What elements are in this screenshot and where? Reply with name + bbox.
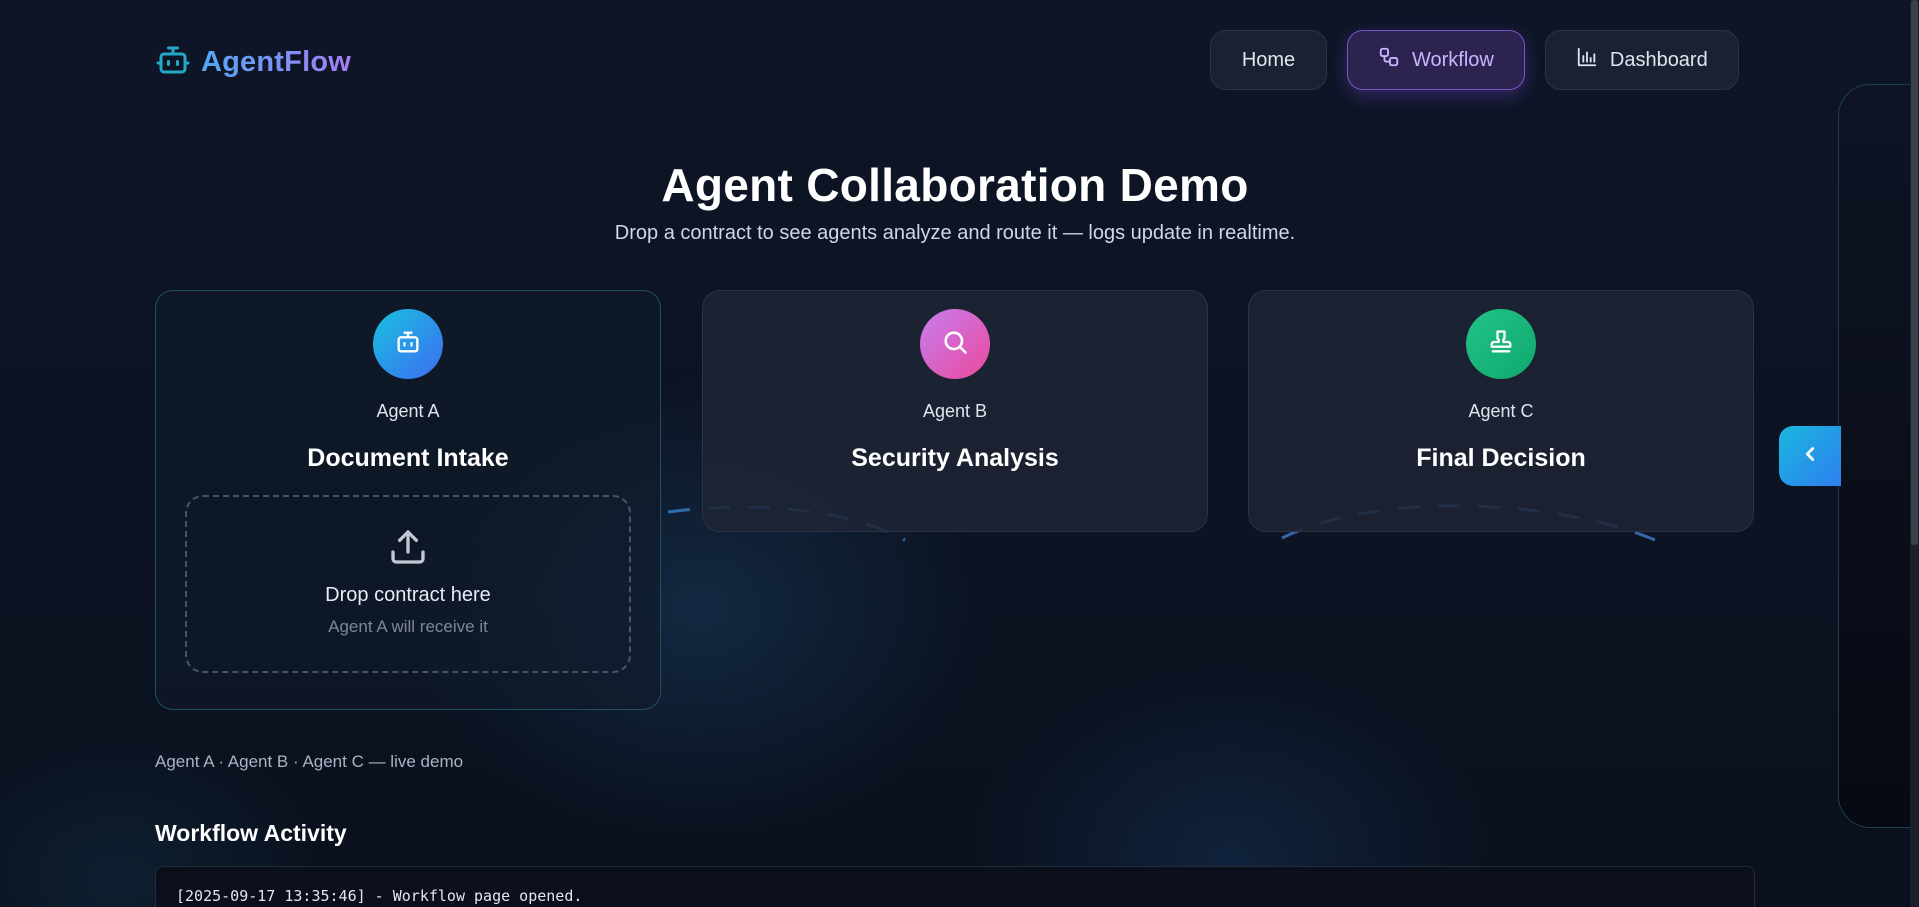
robot-icon bbox=[394, 328, 422, 361]
agent-card-c: Agent C Final Decision bbox=[1248, 290, 1754, 532]
robot-icon bbox=[155, 42, 191, 83]
chevron-left-icon bbox=[1799, 443, 1821, 470]
demo-note: Agent A · Agent B · Agent C — live demo bbox=[155, 752, 464, 771]
nav-workflow-label: Workflow bbox=[1412, 48, 1494, 71]
agent-card-a: Agent A Document Intake Drop contract he… bbox=[155, 290, 661, 710]
agent-c-title: Final Decision bbox=[1416, 444, 1586, 472]
upload-icon bbox=[388, 527, 428, 572]
nav-home-label: Home bbox=[1241, 48, 1296, 71]
stamp-icon bbox=[1487, 328, 1515, 361]
logo[interactable]: AgentFlow bbox=[155, 42, 351, 83]
contract-dropzone[interactable]: Drop contract here Agent A will receive … bbox=[185, 495, 631, 673]
dropzone-title: Drop contract here bbox=[325, 584, 491, 606]
side-panel bbox=[1838, 84, 1919, 828]
agent-a-avatar bbox=[373, 309, 443, 379]
activity-log: [2025-09-17 13:35:46] - Workflow page op… bbox=[155, 866, 1755, 907]
nav-dashboard-button[interactable]: Dashboard bbox=[1544, 30, 1739, 90]
agent-a-title: Document Intake bbox=[307, 444, 509, 472]
workflow-activity-title: Workflow Activity bbox=[155, 820, 347, 846]
agent-b-title: Security Analysis bbox=[851, 444, 1059, 472]
dropzone-subtitle: Agent A will receive it bbox=[328, 617, 488, 636]
agent-c-label: Agent C bbox=[1468, 401, 1534, 421]
nav-workflow-button[interactable]: Workflow bbox=[1347, 30, 1525, 90]
scrollbar-thumb[interactable] bbox=[1911, 0, 1918, 545]
nav-dashboard-label: Dashboard bbox=[1609, 48, 1708, 71]
agent-b-label: Agent B bbox=[922, 401, 988, 421]
workflow-icon bbox=[1378, 46, 1400, 74]
side-panel-toggle-button[interactable] bbox=[1779, 426, 1841, 486]
page-subtitle: Drop a contract to see agents analyze an… bbox=[614, 222, 1296, 244]
page: AgentFlow Home Workflow Dashboard Agent … bbox=[0, 0, 1919, 907]
log-line: [2025-09-17 13:35:46] - Workflow page op… bbox=[176, 887, 583, 905]
main-nav: Home Workflow Dashboard bbox=[1210, 30, 1739, 90]
agent-card-b: Agent B Security Analysis bbox=[702, 290, 1208, 532]
bar-chart-icon bbox=[1576, 46, 1598, 74]
agent-a-label: Agent A bbox=[376, 401, 440, 421]
page-title: Agent Collaboration Demo bbox=[661, 159, 1249, 211]
agent-b-avatar bbox=[920, 309, 990, 379]
logo-text: AgentFlow bbox=[201, 46, 352, 78]
nav-home-button[interactable]: Home bbox=[1210, 30, 1327, 90]
agent-c-avatar bbox=[1466, 309, 1536, 379]
search-icon bbox=[941, 328, 969, 361]
